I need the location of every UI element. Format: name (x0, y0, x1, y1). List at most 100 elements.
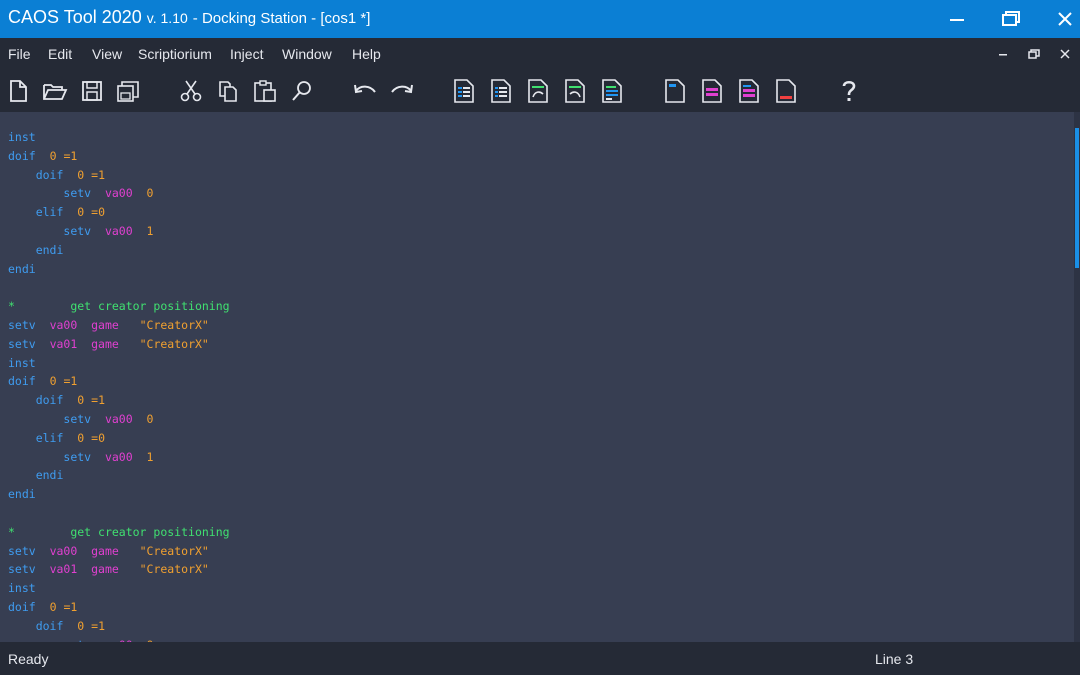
code-token-str: "CreatorX" (139, 336, 209, 351)
code-token-comment: * (8, 299, 15, 314)
code-token-str: "CreatorX" (139, 543, 209, 558)
save-button[interactable] (79, 78, 105, 104)
code-line[interactable]: elif 0 =0 (8, 429, 230, 448)
code-token-var: va00 (104, 411, 133, 426)
code-token-flow: doif (8, 374, 36, 389)
script-icon-2 (491, 79, 511, 103)
script-icon-1 (454, 79, 474, 103)
code-line[interactable]: doif 0 =1 (8, 372, 230, 391)
code-token-flow: doif (35, 618, 64, 633)
code-line[interactable]: endi (8, 260, 230, 279)
script-tool-2-button[interactable] (488, 78, 514, 104)
close-button[interactable] (1038, 0, 1080, 38)
code-token-num: 0 (77, 205, 85, 220)
copy-button[interactable] (215, 78, 241, 104)
status-text: Ready (8, 651, 49, 667)
copy-icon (219, 81, 237, 102)
code-line[interactable]: setv va01 game "CreatorX" (8, 560, 230, 579)
script-icon-4 (565, 79, 585, 103)
code-line[interactable]: setv va00 game "CreatorX" (8, 316, 230, 335)
code-token-flow: doif (35, 393, 64, 408)
code-line[interactable]: * get creator positioning (8, 297, 230, 316)
doc-blue-button[interactable] (662, 78, 688, 104)
undo-button[interactable] (352, 78, 378, 104)
menu-edit[interactable]: Edit (48, 46, 72, 62)
code-line[interactable]: setv va00 0 (8, 184, 230, 203)
cut-button[interactable] (178, 78, 204, 104)
code-line[interactable]: inst (8, 579, 230, 598)
new-file-icon (10, 80, 27, 102)
app-title: CAOS Tool 2020 (8, 7, 142, 27)
save-all-button[interactable] (116, 78, 142, 104)
code-token-var: va00 (49, 543, 78, 558)
minimize-button[interactable] (930, 0, 984, 38)
open-button[interactable] (42, 78, 68, 104)
menu-window[interactable]: Window (282, 46, 332, 62)
mdi-minimize-button[interactable] (993, 46, 1013, 62)
find-button[interactable] (289, 78, 315, 104)
code-token-var: va00 (104, 449, 133, 464)
code-token-num: 0 (98, 430, 106, 445)
doc-lines-button[interactable] (736, 78, 762, 104)
code-line[interactable] (8, 504, 230, 523)
code-token-num: 0 (49, 599, 57, 614)
redo-button[interactable] (389, 78, 415, 104)
mdi-restore-button[interactable] (1024, 46, 1044, 62)
code-line[interactable]: inst (8, 128, 230, 147)
code-line[interactable]: doif 0 =1 (8, 391, 230, 410)
help-button[interactable] (836, 78, 862, 104)
script-tool-1-button[interactable] (451, 78, 477, 104)
doc-red-button[interactable] (773, 78, 799, 104)
code-token-cmd: inst (8, 130, 36, 144)
paste-button[interactable] (252, 78, 278, 104)
script-tool-5-button[interactable] (599, 78, 625, 104)
scrollbar-thumb[interactable] (1075, 128, 1079, 268)
code-token-cmd: setv (63, 186, 92, 201)
restore-icon (1028, 49, 1040, 59)
code-line[interactable]: doif 0 =1 (8, 598, 230, 617)
script-tool-4-button[interactable] (562, 78, 588, 104)
mdi-close-button[interactable] (1055, 46, 1075, 62)
code-line[interactable]: setv va00 game "CreatorX" (8, 542, 230, 561)
code-token-flow: doif (8, 599, 36, 614)
code-line[interactable]: endi (8, 485, 230, 504)
menu-file[interactable]: File (8, 46, 31, 62)
code-line[interactable]: setv va00 0 (8, 410, 230, 429)
code-line[interactable]: setv va00 1 (8, 448, 230, 467)
code-token-cmd: setv (8, 543, 36, 558)
code-token-flow: endi (35, 468, 64, 483)
code-token-var: va00 (104, 186, 133, 201)
code-line[interactable]: inst (8, 354, 230, 373)
code-line[interactable] (8, 278, 230, 297)
new-file-button[interactable] (5, 78, 31, 104)
code-token-flow: endi (8, 487, 36, 502)
code-line[interactable]: doif 0 =1 (8, 147, 230, 166)
code-token-flow: elif (35, 430, 64, 445)
code-token-var: va01 (49, 336, 78, 351)
code-line[interactable]: setv va01 game "CreatorX" (8, 335, 230, 354)
code-line[interactable]: endi (8, 466, 230, 485)
code-editor[interactable]: inst doif 0 =1 doif 0 =1 setv va00 0 elif… (0, 112, 1080, 642)
code-line[interactable]: doif 0 =1 (8, 166, 230, 185)
code-line[interactable]: setv va00 1 (8, 222, 230, 241)
script-tool-3-button[interactable] (525, 78, 551, 104)
help-icon (842, 80, 856, 101)
menu-scriptiorium[interactable]: Scriptiorium (138, 46, 212, 62)
code-line[interactable]: doif 0 =1 (8, 617, 230, 636)
code-token-var: va00 (104, 223, 133, 238)
code-line[interactable]: endi (8, 241, 230, 260)
code-token-num: 0 (146, 186, 154, 201)
doc-pink-button[interactable] (699, 78, 725, 104)
restore-button[interactable] (984, 0, 1038, 38)
menu-inject[interactable]: Inject (230, 46, 263, 62)
code-text[interactable]: inst doif 0 =1 doif 0 =1 setv va00 0 elif… (8, 128, 230, 642)
code-token-cmd: inst (8, 581, 36, 596)
menu-help[interactable]: Help (352, 46, 381, 62)
code-token-num: 1 (98, 167, 106, 182)
code-line[interactable]: * get creator positioning (8, 523, 230, 542)
menu-view[interactable]: View (92, 46, 122, 62)
menu-bar: File Edit View Scriptiorium Inject Windo… (0, 38, 1080, 70)
code-token-cmd: setv (63, 449, 92, 464)
vertical-scrollbar[interactable] (1074, 112, 1080, 642)
code-line[interactable]: elif 0 =0 (8, 203, 230, 222)
